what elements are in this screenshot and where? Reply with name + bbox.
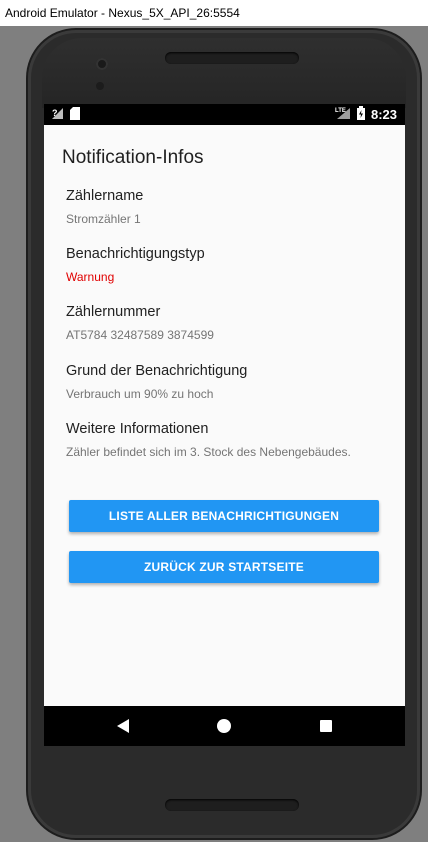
- bottom-speaker-grille: [165, 799, 299, 811]
- phone-top-bezel: [42, 38, 406, 108]
- back-triangle-icon[interactable]: [103, 706, 143, 746]
- battery-charging-icon: [356, 106, 365, 123]
- field-label-grund: Grund der Benachrichtigung: [66, 363, 248, 379]
- recents-square-icon[interactable]: [306, 706, 346, 746]
- back-to-home-button[interactable]: ZURÜCK ZUR STARTSEITE: [69, 551, 379, 583]
- page-title: Notification-Infos: [62, 147, 204, 168]
- svg-text:?: ?: [52, 108, 58, 118]
- field-value-zaehlernummer: AT5784 32487589 3874599: [66, 328, 214, 342]
- field-label-zaehlernummer: Zählernummer: [66, 304, 161, 320]
- sim-card-icon: [70, 107, 80, 125]
- field-label-benachrichtigungstyp: Benachrichtigungstyp: [66, 246, 205, 262]
- field-value-zaehlername: Stromzähler 1: [66, 212, 141, 226]
- home-circle-icon[interactable]: [204, 706, 244, 746]
- top-speaker-grille: [165, 52, 299, 64]
- field-value-benachrichtigungstyp: Warnung: [66, 270, 115, 284]
- status-bar: ? LTE 8:23: [44, 104, 405, 125]
- app-content: Notification-Infos Zählername Stromzähle…: [44, 125, 405, 706]
- field-value-grund: Verbrauch um 90% zu hoch: [66, 387, 214, 401]
- field-label-weitere-informationen: Weitere Informationen: [66, 421, 209, 437]
- svg-text:LTE: LTE: [335, 108, 346, 114]
- signal-icon: ?: [52, 107, 64, 125]
- field-value-weitere-informationen: Zähler befindet sich im 3. Stock des Neb…: [66, 445, 351, 459]
- field-label-zaehlername: Zählername: [66, 188, 144, 204]
- phone-screen: ? LTE 8:23 Notification-Infos Zählername…: [44, 104, 405, 746]
- list-all-notifications-button[interactable]: LISTE ALLER BENACHRICHTIGUNGEN: [69, 500, 379, 532]
- lte-signal-icon: LTE: [335, 106, 351, 123]
- proximity-sensor: [96, 82, 104, 90]
- front-camera: [96, 58, 108, 70]
- navigation-bar: [44, 706, 405, 746]
- window-title: Android Emulator - Nexus_5X_API_26:5554: [0, 0, 428, 26]
- clock: 8:23: [370, 107, 397, 122]
